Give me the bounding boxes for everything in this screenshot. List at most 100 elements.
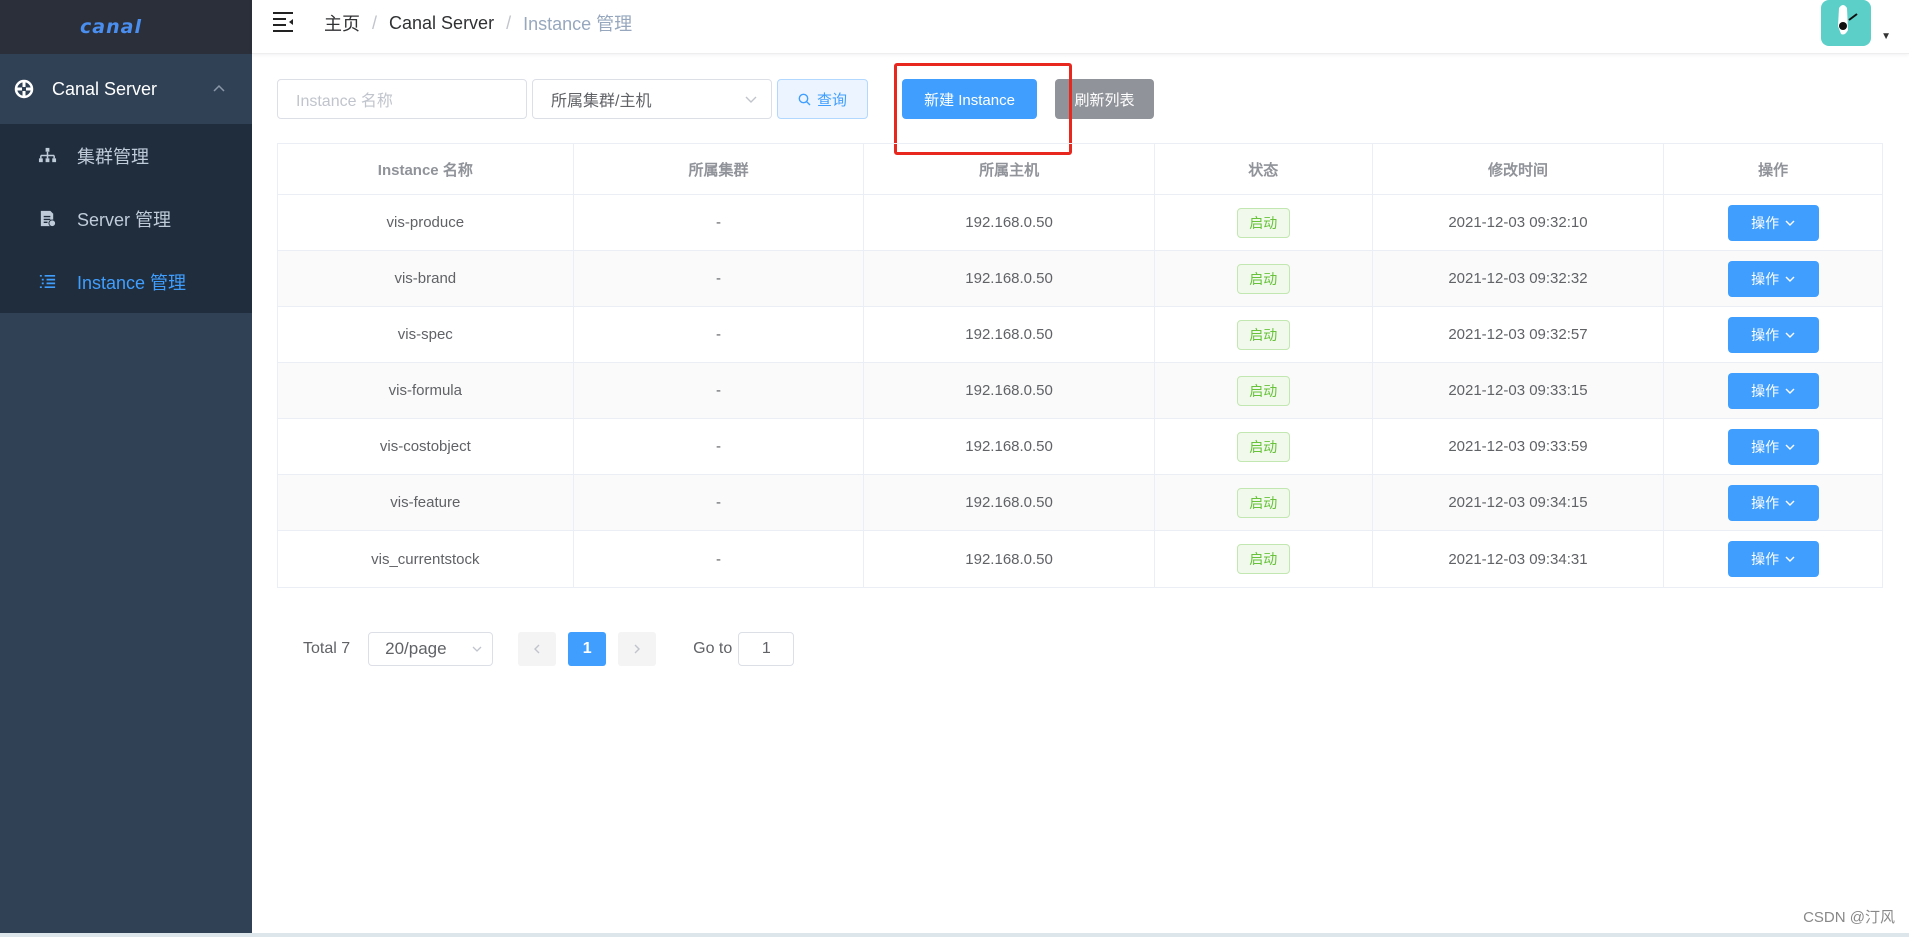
cell-status: 启动: [1155, 307, 1373, 362]
list-icon: [39, 274, 56, 289]
cell-cluster: -: [574, 531, 865, 587]
chevron-down-icon: [1785, 276, 1795, 282]
avatar-caret-icon[interactable]: ▼: [1881, 31, 1891, 42]
cell-instance-name: vis-formula: [278, 363, 574, 418]
actions-dropdown-button[interactable]: 操作: [1727, 484, 1819, 521]
cluster-host-select[interactable]: 所属集群/主机: [532, 79, 772, 119]
page-size-select[interactable]: 20/page: [368, 632, 494, 666]
hamburger-icon[interactable]: [272, 10, 294, 32]
cell-host: 192.168.0.50: [864, 475, 1155, 530]
aperture-icon: [14, 79, 34, 99]
status-badge: 启动: [1236, 207, 1290, 238]
breadcrumb-canal-server[interactable]: Canal Server: [389, 13, 494, 34]
query-button[interactable]: 查询: [777, 79, 868, 119]
pagination: Total 7 20/page 1 Go to 1: [303, 632, 795, 666]
page-number-current[interactable]: 1: [568, 632, 607, 666]
sidebar-item-server[interactable]: Server 管理: [0, 187, 252, 250]
actions-dropdown-button[interactable]: 操作: [1727, 316, 1819, 353]
status-badge: 启动: [1236, 544, 1290, 574]
breadcrumb-home[interactable]: 主页: [324, 10, 360, 36]
status-badge: 启动: [1236, 263, 1290, 294]
chevron-up-icon: [213, 84, 225, 92]
breadcrumb-separator: /: [506, 12, 512, 33]
column-header: 所属集群: [574, 144, 865, 194]
cell-modified-time: 2021-12-03 09:33:59: [1373, 419, 1665, 474]
instance-name-input[interactable]: Instance 名称: [277, 79, 527, 119]
table-header-row: Instance 名称 所属集群 所属主机 状态 修改时间 操作: [278, 144, 1882, 195]
cell-modified-time: 2021-12-03 09:33:15: [1373, 363, 1665, 418]
cell-status: 启动: [1155, 419, 1373, 474]
navbar: 主页 / Canal Server / Instance 管理 ▼: [252, 0, 1909, 54]
column-header: 状态: [1155, 144, 1373, 194]
chevron-down-icon: [1785, 388, 1795, 394]
chevron-down-icon: [1785, 556, 1795, 562]
cell-status: 启动: [1155, 531, 1373, 587]
column-header: 修改时间: [1373, 144, 1665, 194]
cell-instance-name: vis_currentstock: [278, 531, 574, 587]
sidebar-item-cluster[interactable]: 集群管理: [0, 124, 252, 187]
cell-actions: 操作: [1664, 475, 1882, 530]
next-page-button[interactable]: [618, 632, 657, 666]
column-header: Instance 名称: [278, 144, 574, 194]
table-body: vis-produce -192.168.0.50 启动 2021-12-03 09:…: [278, 195, 1882, 587]
chevron-down-icon: [472, 646, 482, 652]
bottom-strip: [0, 933, 1909, 937]
actions-button-label: 操作: [1751, 551, 1780, 567]
cell-modified-time: 2021-12-03 09:32:57: [1373, 307, 1665, 362]
cell-cluster: -: [574, 307, 865, 362]
cell-instance-name: vis-produce: [278, 195, 574, 250]
cluster-icon: [38, 147, 57, 163]
actions-button-label: 操作: [1751, 382, 1780, 399]
cell-status: 启动: [1155, 363, 1373, 418]
cell-actions: 操作: [1664, 251, 1882, 306]
cell-instance-name: vis-brand: [278, 251, 574, 306]
logo[interactable]: canal: [80, 16, 142, 38]
column-header: 所属主机: [864, 144, 1155, 194]
actions-dropdown-button[interactable]: 操作: [1727, 204, 1819, 241]
highlight-annotation-box: [894, 63, 1072, 155]
cell-cluster: -: [574, 195, 865, 250]
sidebar-item-instance[interactable]: Instance 管理: [0, 250, 252, 313]
cell-cluster: -: [574, 419, 865, 474]
cell-host: 192.168.0.50: [864, 363, 1155, 418]
actions-button-label: 操作: [1751, 214, 1780, 231]
table-row: vis-feature -192.168.0.50 启动 2021-12-03 09:…: [278, 475, 1882, 531]
chevron-down-icon: [1785, 220, 1795, 226]
cell-actions: 操作: [1664, 307, 1882, 362]
search-icon: [798, 93, 811, 105]
actions-dropdown-button[interactable]: 操作: [1727, 541, 1819, 577]
chevron-down-icon: [745, 96, 757, 103]
chevron-left-icon: [534, 644, 540, 654]
server-doc-icon: [40, 210, 57, 228]
status-badge: 启动: [1236, 375, 1290, 406]
avatar-image: [1838, 5, 1858, 35]
cell-status: 启动: [1155, 475, 1373, 530]
cell-actions: 操作: [1664, 363, 1882, 418]
cell-cluster: -: [574, 475, 865, 530]
cell-host: 192.168.0.50: [864, 419, 1155, 474]
cell-status: 启动: [1155, 251, 1373, 306]
avatar[interactable]: [1821, 0, 1871, 46]
table-row: vis-costobject -192.168.0.50 启动 2021-12-03 …: [278, 419, 1882, 475]
sidebar-group-label: Canal Server: [52, 78, 158, 99]
sidebar-submenu: 集群管理 Server 管理 Instance 管理: [0, 124, 252, 313]
actions-dropdown-button[interactable]: 操作: [1727, 372, 1819, 409]
status-badge: 启动: [1236, 319, 1290, 350]
cell-host: 192.168.0.50: [864, 195, 1155, 250]
actions-dropdown-button[interactable]: 操作: [1727, 428, 1819, 465]
cell-actions: 操作: [1664, 419, 1882, 474]
status-badge: 启动: [1236, 487, 1290, 518]
sidebar-group-canal-server[interactable]: Canal Server: [0, 54, 252, 124]
breadcrumb: 主页 / Canal Server / Instance 管理: [324, 10, 632, 36]
table-row: vis-produce -192.168.0.50 启动 2021-12-03 09:…: [278, 195, 1882, 251]
cell-actions: 操作: [1664, 531, 1882, 587]
actions-dropdown-button[interactable]: 操作: [1727, 260, 1819, 297]
pagination-total: Total 7: [303, 640, 351, 657]
prev-page-button[interactable]: [518, 632, 557, 666]
logo-bar: canal: [0, 0, 252, 54]
cell-host: 192.168.0.50: [864, 531, 1155, 587]
table-row: vis-spec -192.168.0.50 启动 2021-12-03 09:32:…: [278, 307, 1882, 363]
table-row: vis_currentstock -192.168.0.50 启动 2021-12-0…: [278, 531, 1882, 587]
goto-page-input[interactable]: 1: [738, 632, 795, 666]
watermark: CSDN @汀风: [1803, 909, 1895, 926]
